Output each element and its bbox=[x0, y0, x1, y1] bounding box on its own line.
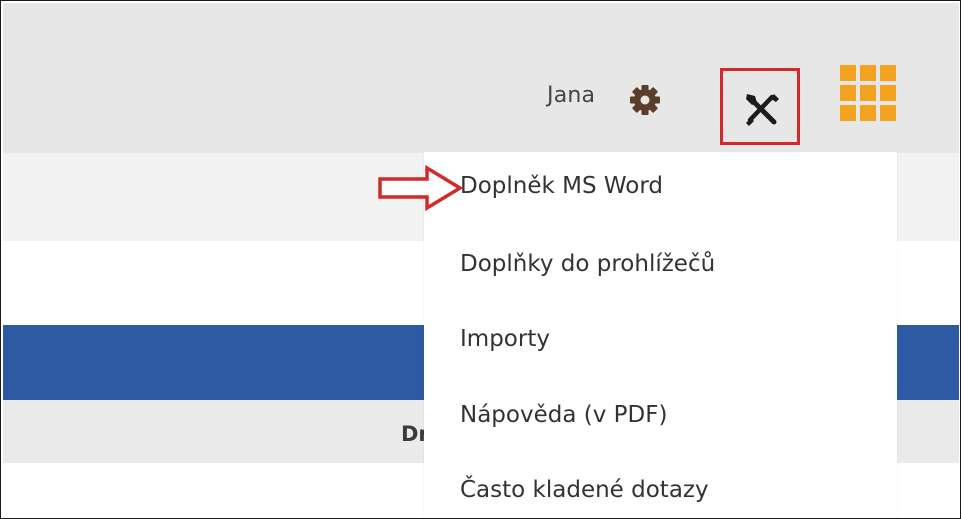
menu-item-browser-addons[interactable]: Doplňky do prohlížečů bbox=[460, 251, 715, 277]
apps-grid-icon[interactable] bbox=[840, 65, 896, 121]
menu-item-help-pdf[interactable]: Nápověda (v PDF) bbox=[460, 402, 667, 428]
menu-item-ms-word-addin[interactable]: Doplněk MS Word bbox=[460, 173, 663, 199]
menu-item-faq[interactable]: Často kladené dotazy bbox=[460, 477, 709, 503]
gear-icon[interactable] bbox=[628, 83, 662, 117]
tools-menu-button[interactable] bbox=[720, 68, 800, 145]
user-name-link[interactable]: Jana bbox=[547, 83, 595, 108]
arrow-right-icon bbox=[378, 165, 463, 211]
tools-icon bbox=[746, 94, 779, 126]
top-navigation-bar bbox=[3, 3, 959, 153]
tools-dropdown-menu: Doplněk MS Word Doplňky do prohlížečů Im… bbox=[424, 152, 897, 518]
screenshot-frame: Dru Jana bbox=[0, 0, 961, 519]
menu-item-imports[interactable]: Importy bbox=[460, 326, 550, 352]
